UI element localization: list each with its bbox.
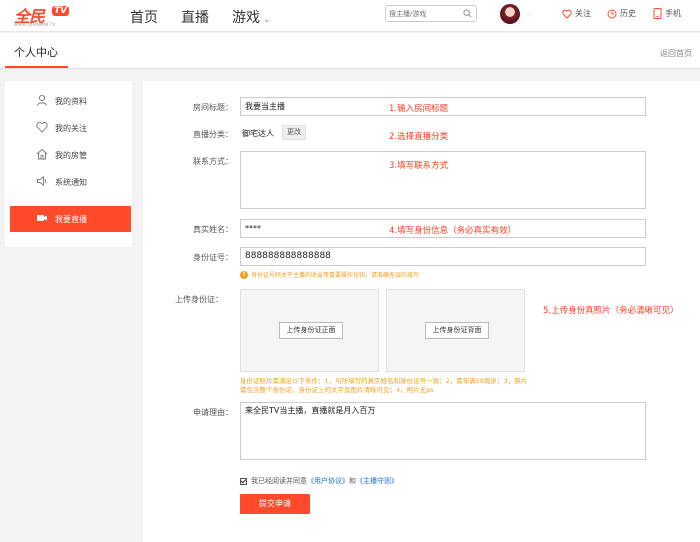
submit-button[interactable]: 提交申请: [240, 494, 310, 514]
upload-back-button[interactable]: 上传身份证背面: [425, 322, 489, 339]
phone-icon: [653, 8, 662, 19]
search-box: [385, 5, 477, 22]
reason-textarea[interactable]: 来全民TV当主播，直播就是月入百万: [240, 402, 646, 460]
follow-label: 关注: [575, 9, 591, 18]
reason-label: 申请理由：: [193, 408, 233, 417]
heart-icon: [36, 121, 48, 133]
upload-hint: 5.上传身份真照片（务必清晰可见）: [543, 306, 679, 316]
logo-url: WWW.QUANMIN.TV: [14, 22, 56, 27]
id-warning-text: 身份证号码关于主播的收益等重要操作挂钩，请准确无误的填写: [251, 272, 420, 279]
history-link[interactable]: 历史: [607, 8, 636, 19]
id-warning: ! 身份证号码关于主播的收益等重要操作挂钩，请准确无误的填写: [240, 270, 419, 279]
back-home-link[interactable]: 返回首页: [660, 48, 692, 59]
upload-back-area: 上传身份证背面: [386, 289, 525, 372]
nav-games-label: 游戏: [232, 10, 260, 26]
sidebar-item-label: 我的关注: [55, 123, 87, 133]
change-category-button[interactable]: 更改: [282, 125, 306, 140]
mobile-link[interactable]: 手机: [653, 8, 681, 19]
id-label: 身份证号：: [193, 253, 233, 262]
agreement-row: 我已经阅读并同意 《用户协议》 和 《主播守则》: [240, 476, 398, 486]
site-logo[interactable]: 全民 TV WWW.QUANMIN.TV: [14, 3, 82, 29]
search-input[interactable]: [389, 7, 459, 20]
heart-icon: [562, 9, 572, 19]
room-title-hint: 1.输入房间标题: [389, 104, 449, 114]
user-agreement-link[interactable]: 《用户协议》: [307, 476, 349, 486]
sidebar-item-follows[interactable]: 我的关注: [5, 115, 132, 141]
sidebar: 我的资料 我的关注 我的房管 系统通知 我要直播: [5, 81, 132, 247]
home-icon: [36, 148, 48, 160]
upload-front-area: 上传身份证正面: [240, 289, 379, 372]
title-bar: 个人中心 返回首页: [0, 33, 700, 69]
upload-label: 上传身份证：: [175, 295, 223, 304]
user-icon: [37, 94, 47, 106]
nav-live[interactable]: 直播: [181, 7, 209, 27]
camera-icon: [37, 215, 47, 221]
realname-label: 真实姓名：: [193, 225, 233, 234]
agree-and: 和: [349, 477, 356, 485]
category-hint: 2.选择直播分类: [389, 132, 449, 142]
id-number-input[interactable]: 888888888888888: [240, 247, 646, 266]
apply-form: 房间标题： 我要当主播 1.输入房间标题 直播分类： 御宅达人 更改 2.选择直…: [143, 81, 700, 542]
username[interactable]: ...: [526, 9, 533, 17]
search-icon[interactable]: [463, 9, 472, 18]
follow-link[interactable]: 关注: [562, 8, 591, 19]
sidebar-item-label: 我的房管: [55, 150, 87, 160]
page-title: 个人中心: [14, 46, 58, 59]
nav-games[interactable]: 游戏 ⌄: [232, 7, 271, 27]
sidebar-item-notifications[interactable]: 系统通知: [5, 169, 132, 195]
sidebar-item-profile[interactable]: 我的资料: [5, 88, 132, 114]
category-label: 直播分类：: [193, 130, 233, 139]
sidebar-item-room-admin[interactable]: 我的房管: [5, 142, 132, 168]
history-label: 历史: [620, 9, 636, 18]
warning-icon: !: [240, 270, 248, 279]
agree-checkbox[interactable]: [240, 477, 247, 485]
sidebar-item-go-live[interactable]: 我要直播: [10, 206, 131, 232]
title-underline: [5, 66, 68, 68]
sidebar-item-label: 我要直播: [55, 214, 87, 224]
agree-prefix: 我已经阅读并同意: [251, 477, 307, 485]
top-header: 全民 TV WWW.QUANMIN.TV 首页 直播 游戏⌄ ... 关注 历史…: [0, 0, 700, 32]
nav-home[interactable]: 首页: [130, 7, 158, 27]
mobile-label: 手机: [665, 9, 681, 18]
chevron-down-icon: ⌄: [263, 15, 271, 25]
upload-requirements: 身份证照片需满足以下条件：1，与所填写的真实姓名和身份证号一致；2，需年满18周…: [240, 377, 528, 394]
realname-hint: 4.填写身份信息（务必真实有效）: [389, 226, 517, 236]
clock-icon: [607, 9, 617, 18]
sidebar-item-label: 系统通知: [55, 177, 87, 187]
category-value: 御宅达人: [242, 129, 274, 138]
room-title-label: 房间标题：: [193, 103, 233, 112]
avatar[interactable]: [500, 4, 520, 24]
contact-label: 联系方式：: [193, 157, 233, 166]
sidebar-item-label: 我的资料: [55, 96, 87, 106]
streamer-rules-link[interactable]: 《主播守则》: [356, 476, 398, 486]
logo-tv-badge: TV: [52, 6, 70, 16]
speaker-icon: [37, 175, 47, 187]
contact-hint: 3.填写联系方式: [389, 161, 449, 171]
upload-front-button[interactable]: 上传身份证正面: [279, 322, 343, 339]
